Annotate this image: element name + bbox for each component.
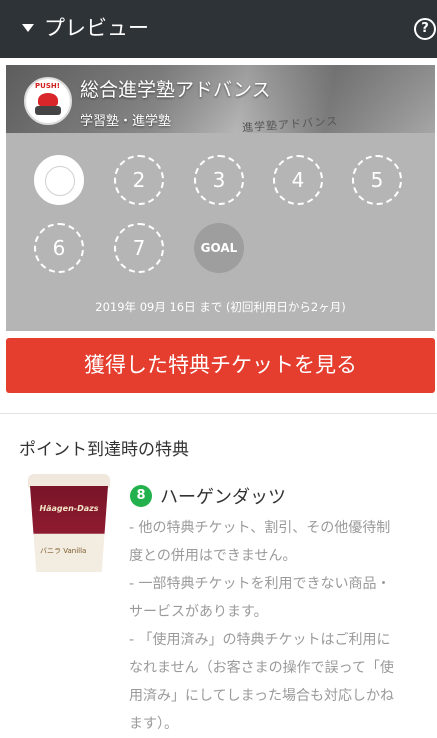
stamp-3: 3 xyxy=(194,155,244,205)
stamp-6: 6 xyxy=(34,223,84,273)
stamp-goal: GOAL xyxy=(194,223,244,273)
expiry-date: 2019年 09月 16日 まで (初回利用日から2ヶ月) xyxy=(95,300,346,314)
view-tickets-button[interactable]: 獲得した特典チケットを見る xyxy=(6,338,435,393)
shop-name: 総合進学塾アドバンス xyxy=(80,79,271,101)
logo-text: PUSH! xyxy=(35,82,60,90)
note-line: - 「使用済み」の特典チケットはご利用に xyxy=(129,632,391,648)
reward-notes: - 他の特典チケット、割引、その他優待制 度との併用はできません。 - 一部特典… xyxy=(129,514,429,738)
reward-image: Häagen-Dazs バニラ Vanilla xyxy=(26,474,112,574)
note-line: - 他の特典チケット、割引、その他優待制 xyxy=(129,520,391,536)
ice-cream-lid xyxy=(28,474,110,488)
note-line: 用済み」にしてしまった場合も対応しかね xyxy=(129,688,395,704)
stamp-5: 5 xyxy=(352,155,402,205)
image-flavor-text: バニラ Vanilla xyxy=(40,547,87,555)
ice-cream-cup xyxy=(30,486,108,572)
shop-logo: PUSH! xyxy=(24,77,72,125)
stamp-mark-icon xyxy=(45,166,75,196)
note-line: サービスがあります。 xyxy=(129,604,268,620)
note-line: 度との併用はできません。 xyxy=(129,548,297,564)
help-icon[interactable]: ? xyxy=(414,18,436,40)
preview-title[interactable]: プレビュー xyxy=(44,14,149,42)
stamp-7: 7 xyxy=(114,223,164,273)
rewards-section-title: ポイント到達時の特典 xyxy=(19,440,189,460)
note-line: なれません（お客さまの操作で誤って「使 xyxy=(129,660,394,676)
caret-down-icon[interactable] xyxy=(22,24,34,32)
preview-header[interactable]: プレビュー ? xyxy=(0,0,437,58)
logo-base xyxy=(35,106,61,115)
reward-name: ハーゲンダッツ xyxy=(160,487,286,508)
stamp-1-collected xyxy=(34,155,84,205)
section-divider xyxy=(0,413,437,414)
note-line: - 一部特典チケットを利用できない商品・ xyxy=(129,576,391,592)
points-badge: 8 xyxy=(130,485,152,507)
note-line: ます）。 xyxy=(129,716,178,732)
stamp-card: 進学塾アドバンス PUSH! 総合進学塾アドバンス 学習塾・進学塾 2 3 4 … xyxy=(6,65,435,331)
stamp-4: 4 xyxy=(273,155,323,205)
shop-category: 学習塾・進学塾 xyxy=(80,114,172,129)
push-button-icon xyxy=(38,93,58,107)
image-brand-text: Häagen-Dazs xyxy=(39,504,99,513)
stamp-2: 2 xyxy=(114,155,164,205)
